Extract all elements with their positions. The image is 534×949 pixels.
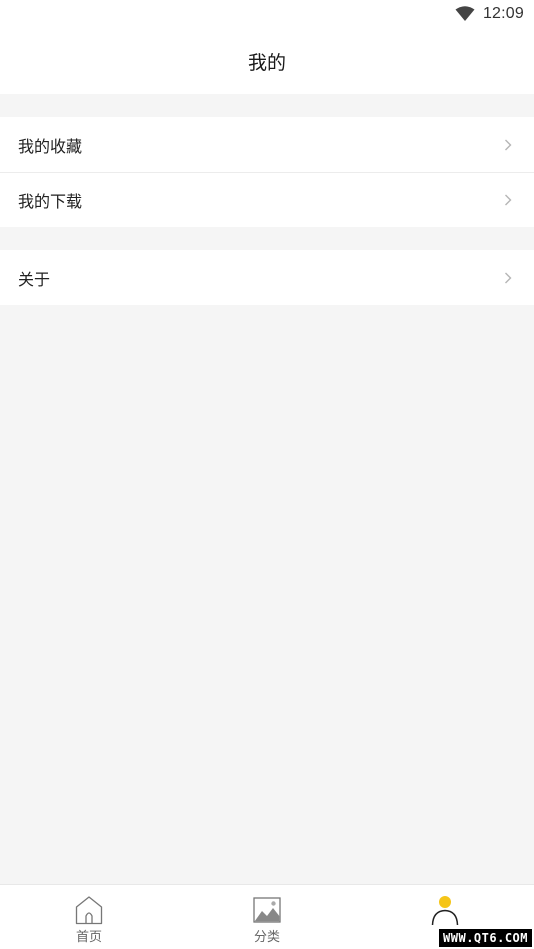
profile-icon: [431, 896, 459, 925]
tab-home[interactable]: 首页: [0, 885, 178, 949]
chevron-right-icon: [505, 139, 512, 150]
title-bar: 我的: [0, 28, 534, 94]
chevron-right-icon: [505, 194, 512, 206]
chevron-right-icon: [505, 272, 512, 283]
wifi-icon: [455, 6, 475, 21]
image-icon: [253, 897, 281, 923]
tab-label: 分类: [253, 930, 280, 945]
menu-item-about[interactable]: 关于: [0, 250, 534, 305]
page-title: 我的: [247, 51, 286, 74]
watermark: WWW.QT6.COM: [439, 929, 532, 947]
menu-item-label: 我的收藏: [18, 136, 83, 156]
status-indicators: 12:09: [455, 4, 524, 24]
status-time: 12:09: [482, 5, 524, 22]
menu-item-label: 我的下载: [18, 192, 83, 211]
tab-category[interactable]: 分类: [178, 885, 356, 949]
menu-item-favorites[interactable]: 我的收藏: [0, 117, 534, 172]
menu-group-primary: 我的收藏 我的下载: [0, 117, 534, 227]
menu-group-secondary: 关于: [0, 250, 534, 305]
status-bar: 12:09: [0, 0, 534, 28]
menu-item-label: 关于: [18, 269, 51, 289]
tab-label: 首页: [75, 930, 102, 945]
profile-screen: 12:09 我的 我的收藏 我的下载 关于 首页 分类 WWW.QT6.COM: [0, 0, 534, 949]
menu-item-downloads[interactable]: 我的下载: [0, 172, 534, 227]
home-icon: [75, 896, 103, 925]
